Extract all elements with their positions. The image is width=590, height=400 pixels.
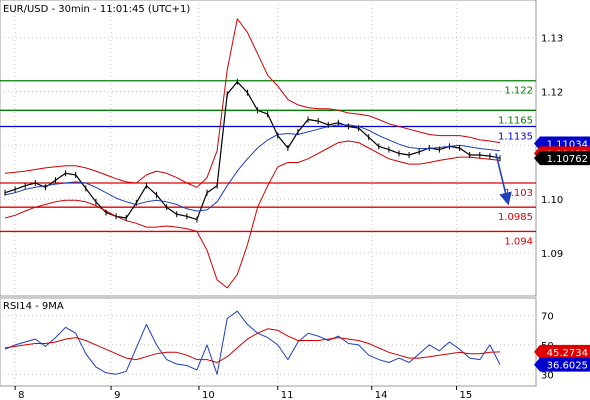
level-label: 1.0985 [498,212,533,223]
chart-canvas: 1.091.101.111.121.13 305070 8910111415 1… [0,0,590,400]
x-tick-label: 14 [375,390,388,400]
x-tick-label: 8 [18,390,24,400]
y-tick-label: 1.12 [541,87,563,98]
chart-title: EUR/USD - 30min - 11:01:45 (UTC+1) [3,4,190,15]
price-tag-label: 1.10762 [547,154,588,165]
rsi-title: RSI14 - 9MA [3,301,64,312]
x-tick-label: 10 [202,390,215,400]
price-tag-label: 36.6025 [547,361,588,372]
rsi-y-tick-label: 70 [541,312,554,323]
x-tick-label: 11 [281,390,294,400]
y-tick-label: 1.13 [541,34,563,45]
price-tag-label: 45.2734 [547,348,588,359]
level-label: 1.1135 [498,131,533,142]
y-tick-label: 1.09 [541,249,563,260]
level-label: 1.094 [504,236,533,247]
main-panel [0,0,537,297]
y-tick-label: 1.10 [541,195,563,206]
x-tick-label: 15 [460,390,473,400]
rsi-y-tick-label: 30 [541,370,554,381]
level-label: 1.1165 [498,115,533,126]
level-label: 1.122 [504,86,533,97]
level-label: 1.103 [504,188,533,199]
time-axis: 8 9 10 11 14 15 [14,386,473,400]
x-tick-label: 9 [114,390,120,400]
